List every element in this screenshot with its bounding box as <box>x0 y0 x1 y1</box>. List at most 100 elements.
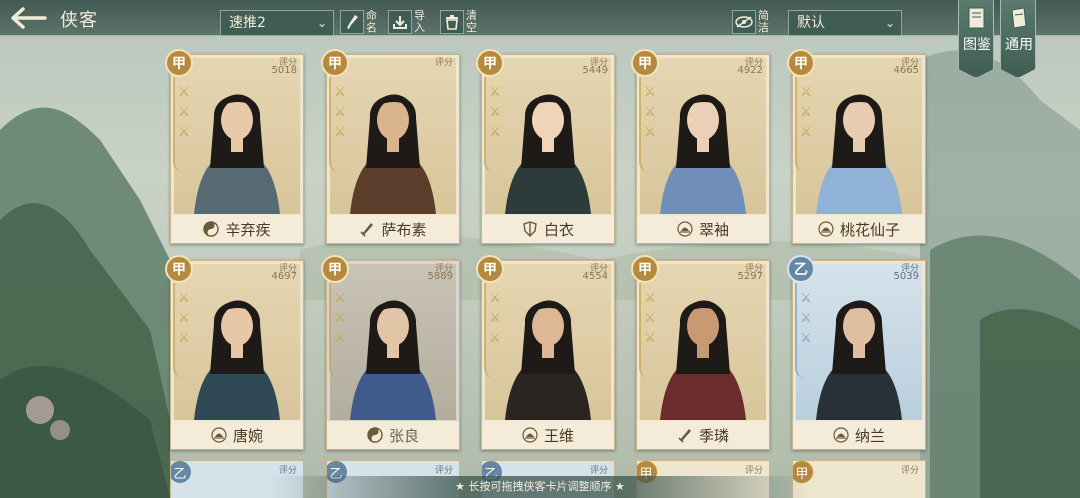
sword-icon: ⚔ <box>489 85 501 100</box>
hero-card[interactable]: 甲 评分 4697 ⚔ ⚔ ⚔ 唐婉 <box>165 255 304 450</box>
scroll-icon <box>1011 7 1027 29</box>
hero-card[interactable]: 乙 评分 5039 ⚔ ⚔ ⚔ 纳兰 <box>787 255 926 450</box>
back-arrow-icon <box>11 7 47 29</box>
grade-badge: 甲 <box>321 255 349 283</box>
grade-badge: 甲 <box>787 49 815 77</box>
brush-icon <box>340 10 364 34</box>
sword-icon: ⚔ <box>800 291 812 306</box>
lotus-icon <box>677 221 693 237</box>
score-label: 评分 <box>589 466 608 476</box>
sword-icon: ⚔ <box>489 291 501 306</box>
score-value: 4665 <box>893 65 919 76</box>
sword-icon: ⚔ <box>178 85 190 100</box>
clear-button[interactable]: 清空 <box>440 8 480 36</box>
hero-card[interactable]: 甲 评分 5018 ⚔ ⚔ ⚔ 辛弃疾 <box>165 49 304 244</box>
taiji-icon <box>203 221 220 237</box>
sword-icon: ⚔ <box>800 105 812 120</box>
trash-icon <box>440 10 464 34</box>
hero-card[interactable]: 甲 评分 ⚔ ⚔ ⚔ 萨布素 <box>321 49 460 244</box>
hero-nameplate: 王维 <box>482 421 614 449</box>
sword-icon: ⚔ <box>489 311 501 326</box>
hero-nameplate: 辛弃疾 <box>171 215 303 243</box>
hero-name: 季璘 <box>698 426 729 445</box>
hero-card[interactable]: 甲 评分 4922 ⚔ ⚔ ⚔ 翠袖 <box>631 49 770 244</box>
hero-nameplate: 翠袖 <box>637 215 769 243</box>
score-value: 5449 <box>582 65 608 76</box>
sword-icon: ⚔ <box>800 125 812 140</box>
sword-icon: ⚔ <box>334 125 346 140</box>
hero-nameplate: 桃花仙子 <box>793 215 925 243</box>
sword-icon: ⚔ <box>334 311 346 326</box>
sword-icon: ⚔ <box>178 291 190 306</box>
weapon-icons: ⚔ ⚔ ⚔ <box>641 85 659 145</box>
score-value: 5297 <box>737 271 763 282</box>
sort-select[interactable]: 默认 ⌄ <box>788 10 902 36</box>
hero-card[interactable]: 甲 评分 5297 ⚔ ⚔ ⚔ 季璘 <box>631 255 770 450</box>
grade-badge: 乙 <box>787 255 815 283</box>
hero-nameplate: 季璘 <box>637 421 769 449</box>
sword-icon: ⚔ <box>800 85 812 100</box>
sword-icon: ⚔ <box>178 125 190 140</box>
sword-icon: ⚔ <box>489 331 501 346</box>
sword-icon: ⚔ <box>644 291 656 306</box>
hero-card[interactable]: 甲 评分 4665 ⚔ ⚔ ⚔ 桃花仙子 <box>787 49 926 244</box>
lotus-icon <box>818 221 834 237</box>
score-label: 评分 <box>744 466 763 476</box>
taiji-icon <box>367 427 383 443</box>
import-label: 导入 <box>414 9 425 34</box>
lotus-icon <box>833 427 849 443</box>
score-label: 评分 <box>278 466 297 476</box>
hero-nameplate: 张良 <box>327 421 459 449</box>
weapon-icons: ⚔ ⚔ ⚔ <box>641 291 659 351</box>
hero-name: 唐婉 <box>232 426 263 445</box>
sword-icon: ⚔ <box>334 331 346 346</box>
grade-badge: 甲 <box>321 49 349 77</box>
shield-icon <box>522 221 538 237</box>
page-title: 侠客 <box>60 10 98 31</box>
chevron-down-icon: ⌄ <box>316 16 327 30</box>
sword-icon: ⚔ <box>644 125 656 140</box>
simple-view-label: 简洁 <box>758 9 769 34</box>
sword-icon: ⚔ <box>178 105 190 120</box>
clear-label: 清空 <box>466 9 477 34</box>
hero-card[interactable]: 甲 评分 5449 ⚔ ⚔ ⚔ 白衣 <box>476 49 615 244</box>
book-icon <box>968 7 985 29</box>
import-button[interactable]: 导入 <box>388 8 428 36</box>
hero-name: 张良 <box>388 426 419 445</box>
hero-name: 白衣 <box>543 220 574 239</box>
sword-icon: ⚔ <box>334 105 346 120</box>
score-label: 评分 <box>434 58 453 68</box>
hero-nameplate: 唐婉 <box>171 421 303 449</box>
lotus-icon <box>211 427 227 443</box>
chevron-down-icon: ⌄ <box>884 16 895 30</box>
sword-icon: ⚔ <box>334 85 346 100</box>
team-select[interactable]: 速推2 ⌄ <box>220 10 334 36</box>
sword-icon: ⚔ <box>644 85 656 100</box>
tab-general[interactable]: 通用 <box>1000 0 1036 78</box>
back-button[interactable] <box>4 2 54 34</box>
hero-nameplate: 白衣 <box>482 215 614 243</box>
hero-card[interactable]: 甲 评分 5889 ⚔ ⚔ ⚔ 张良 <box>321 255 460 450</box>
hero-name: 纳兰 <box>854 426 885 445</box>
grade-badge: 甲 <box>476 255 504 283</box>
download-icon <box>388 10 412 34</box>
sword-icon: ⚔ <box>644 105 656 120</box>
score-value: 5039 <box>893 271 919 282</box>
tab-codex-label: 图鉴 <box>963 37 991 53</box>
tab-codex[interactable]: 图鉴 <box>958 0 994 78</box>
hero-card[interactable]: 甲 评分 4554 ⚔ ⚔ ⚔ 王维 <box>476 255 615 450</box>
weapon-icons: ⚔ ⚔ ⚔ <box>331 291 349 351</box>
sort-select-value: 默认 <box>797 15 825 31</box>
hero-name: 桃花仙子 <box>839 220 900 239</box>
hero-name: 王维 <box>543 426 574 445</box>
sword-icon: ⚔ <box>644 311 656 326</box>
weapon-icons: ⚔ ⚔ ⚔ <box>797 85 815 145</box>
blade-icon <box>359 221 375 237</box>
weapon-icons: ⚔ ⚔ ⚔ <box>175 291 193 351</box>
rename-button[interactable]: 命名 <box>340 8 380 36</box>
sword-icon: ⚔ <box>800 311 812 326</box>
score-value: 5889 <box>427 271 453 282</box>
weapon-icons: ⚔ ⚔ ⚔ <box>797 291 815 351</box>
lotus-icon <box>522 427 538 443</box>
simple-view-toggle[interactable]: 简洁 <box>732 8 772 36</box>
